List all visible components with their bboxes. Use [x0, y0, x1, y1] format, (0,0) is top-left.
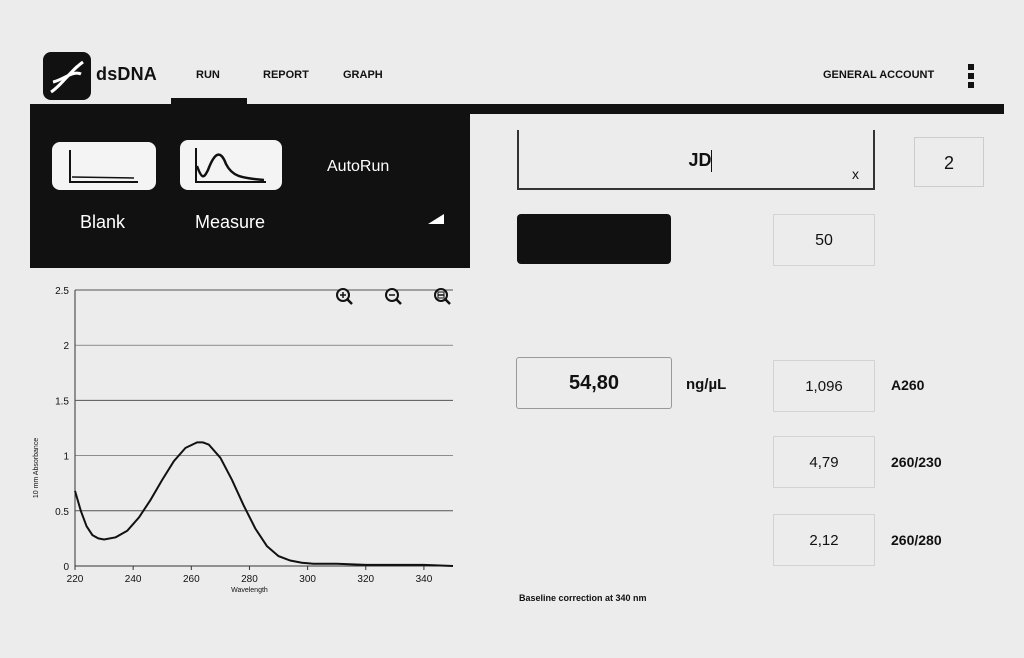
- app-logo: [43, 52, 91, 100]
- y-tick-label: 2: [63, 341, 69, 352]
- app-title: dsDNA: [96, 64, 158, 84]
- peak-graph-icon: [195, 148, 266, 183]
- a260-label: A260: [891, 377, 925, 393]
- y-tick-label: 1: [63, 452, 69, 463]
- blank-button[interactable]: [52, 142, 156, 190]
- x-tick-label: 260: [183, 574, 200, 585]
- dilution-factor-field[interactable]: 50: [773, 214, 875, 266]
- x-tick-label: 280: [241, 574, 258, 585]
- tab-report[interactable]: REPORT: [263, 69, 309, 81]
- y-tick-label: 2.5: [55, 286, 69, 297]
- y-tick-label: 0: [63, 562, 69, 573]
- absorbance-series-line: [74, 441, 454, 567]
- text-cursor: [711, 150, 712, 172]
- tab-run[interactable]: RUN: [196, 69, 220, 81]
- baseline-graph-icon: [69, 150, 138, 183]
- kebab-menu-icon[interactable]: [968, 64, 976, 88]
- x-tick-label: 300: [299, 574, 316, 585]
- x-tick-label: 320: [357, 574, 374, 585]
- measure-label: Measure: [195, 212, 266, 232]
- autorun-toggle[interactable]: AutoRun: [327, 158, 389, 176]
- ratio-260-280-value: 2,12: [773, 514, 875, 566]
- ratio-260-230-label: 260/230: [891, 454, 942, 470]
- ratio-260-280-label: 260/280: [891, 532, 942, 548]
- zoom-out-icon[interactable]: [385, 288, 402, 305]
- baseline-note: Baseline correction at 340 nm: [519, 593, 647, 603]
- tab-graph[interactable]: GRAPH: [343, 69, 383, 81]
- concentration-value: 54,80: [516, 357, 672, 409]
- concentration-unit: ng/µL: [686, 376, 727, 393]
- y-tick-label: 1.5: [55, 396, 69, 407]
- measure-button[interactable]: [180, 140, 282, 190]
- a260-value: 1,096: [773, 360, 875, 412]
- zoom-reset-icon[interactable]: [434, 288, 451, 305]
- x-tick-label: 240: [125, 574, 142, 585]
- y-axis-label: 10 mm Absorbance: [33, 438, 40, 498]
- x-tick-label: 220: [67, 574, 84, 585]
- blank-label: Blank: [80, 212, 126, 232]
- sample-name-input[interactable]: JD: [660, 150, 740, 171]
- sample-type-button[interactable]: [517, 214, 671, 264]
- account-button[interactable]: GENERAL ACCOUNT: [823, 69, 934, 81]
- sample-count[interactable]: 2: [914, 137, 984, 187]
- x-tick-label: 340: [416, 574, 433, 585]
- clear-input-button[interactable]: x: [852, 166, 859, 182]
- absorbance-chart: 0 0.5 1 1.5 2 2.5 220 240 260 280 300 320 340 Wavelen…: [33, 286, 454, 594]
- dna-helix-icon: [50, 60, 84, 94]
- ratio-260-230-value: 4,79: [773, 436, 875, 488]
- y-tick-label: 0.5: [55, 507, 69, 518]
- x-axis-label: Wavelength: [231, 587, 268, 594]
- zoom-in-icon[interactable]: [336, 288, 353, 305]
- expand-corner-icon[interactable]: [428, 214, 444, 224]
